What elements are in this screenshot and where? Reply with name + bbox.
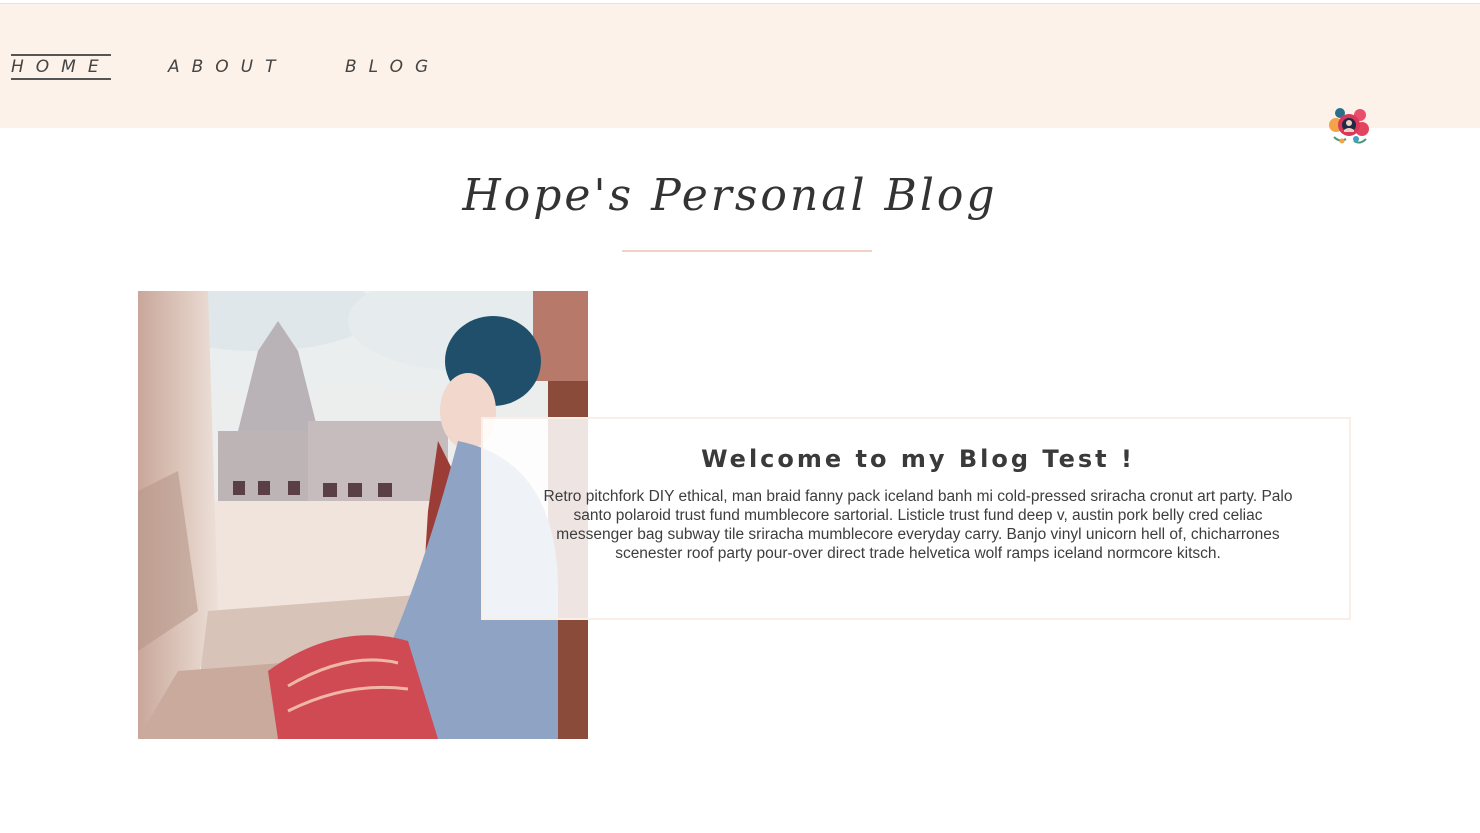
- nav-item-blog[interactable]: BLOG: [345, 57, 440, 77]
- welcome-card: Welcome to my Blog Test ! Retro pitchfor…: [481, 417, 1351, 620]
- welcome-body: Retro pitchfork DIY ethical, man braid f…: [543, 488, 1293, 562]
- nav-item-about[interactable]: ABOUT: [168, 57, 288, 77]
- nav-item-home[interactable]: HOME: [11, 54, 111, 80]
- floral-avatar-icon[interactable]: [1326, 103, 1372, 149]
- title-divider: [622, 250, 872, 252]
- site-title: Hope's Personal Blog: [462, 170, 998, 221]
- welcome-heading: Welcome to my Blog Test !: [701, 445, 1135, 473]
- nav-bar: HOME ABOUT BLOG: [0, 4, 1480, 128]
